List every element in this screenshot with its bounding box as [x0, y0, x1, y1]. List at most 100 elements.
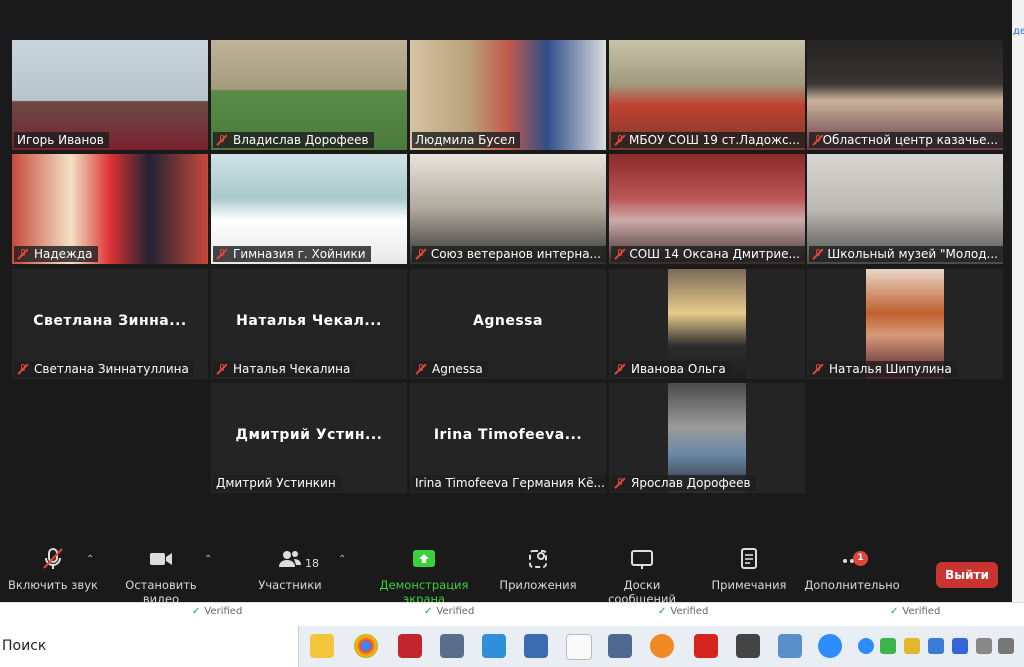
- participant-tile[interactable]: Людмила Бусел: [410, 40, 606, 150]
- notes-button[interactable]: Примечания: [706, 546, 792, 592]
- participant-display-name: Наталья Чекал...: [236, 313, 382, 329]
- tray-network-icon[interactable]: [928, 638, 944, 654]
- participant-name: Областной центр казачье...: [822, 133, 998, 147]
- participant-name: СОШ 14 Оксана Дмитрие...: [629, 247, 800, 261]
- participant-tile[interactable]: Наталья Чекал... Наталья Чекалина: [211, 269, 407, 379]
- participant-name-label: Agnessa: [412, 361, 488, 377]
- meeting-toolbar: Включить звук ⌃ Остановить видео ⌃ Участ…: [0, 540, 1012, 606]
- participant-name: Владислав Дорофеев: [233, 133, 369, 147]
- participant-name-label: Владислав Дорофеев: [213, 132, 374, 148]
- chrome-icon[interactable]: [354, 634, 378, 658]
- participant-display-name: Светлана Зинна...: [33, 313, 187, 329]
- scanner-icon[interactable]: [524, 634, 548, 658]
- utorrent-tray-icon[interactable]: [880, 638, 896, 654]
- mic-muted-icon: [415, 248, 426, 260]
- participant-display-name: Agnessa: [473, 313, 543, 329]
- leave-button[interactable]: Выйти: [936, 562, 998, 588]
- participant-name-label: СОШ 14 Оксана Дмитрие...: [611, 246, 805, 262]
- participant-tile[interactable]: Иванова Ольга: [609, 269, 805, 379]
- usb-icon[interactable]: [976, 638, 992, 654]
- taskbar-search-box[interactable]: Поиск: [0, 626, 299, 667]
- photos-icon[interactable]: [778, 634, 802, 658]
- apps-button[interactable]: Приложения: [498, 546, 578, 592]
- participant-name-label: Школьный музей "Молод...: [809, 246, 1003, 262]
- participant-tile[interactable]: Надежда: [12, 154, 208, 264]
- notes-label: Примечания: [711, 578, 787, 592]
- browser-orange-icon[interactable]: [650, 634, 674, 658]
- participant-tile[interactable]: Irina Timofeeva... Irina Timofeeva Герман…: [410, 383, 606, 493]
- participant-tile[interactable]: Agnessa Agnessa: [410, 269, 606, 379]
- mic-muted-icon: [415, 363, 427, 375]
- app-dark-icon[interactable]: [608, 634, 632, 658]
- mic-muted-icon: [812, 134, 820, 146]
- mic-muted-icon: [17, 248, 29, 260]
- participant-tile[interactable]: Светлана Зинна... Светлана Зиннатуллина: [12, 269, 208, 379]
- zoom-meeting-window: Игорь Иванов Владислав Дорофеев Людмила Бу…: [0, 0, 1024, 606]
- top-bar: [0, 0, 1024, 38]
- verified-label-3: ✓ Verified: [658, 606, 709, 617]
- participant-name-label: Светлана Зиннатуллина: [14, 361, 194, 377]
- participant-name-label: Союз ветеранов интерна...: [412, 246, 606, 262]
- file-explorer-icon[interactable]: [310, 634, 334, 658]
- participants-icon: [279, 551, 301, 567]
- participant-tile[interactable]: Ярослав Дорофеев: [609, 383, 805, 493]
- audio-options-chevron-icon[interactable]: ⌃: [86, 554, 94, 565]
- mic-muted-icon: [216, 134, 228, 146]
- mic-muted-icon: [812, 248, 822, 260]
- notes-icon: [741, 548, 757, 569]
- zoom-taskbar-icon[interactable]: [818, 634, 842, 658]
- participant-tile[interactable]: МБОУ СОШ 19 ст.Ладожс...: [609, 40, 805, 150]
- participant-tile[interactable]: Игорь Иванов: [12, 40, 208, 150]
- more-button[interactable]: Дополнительно: [802, 546, 902, 592]
- participant-name: Светлана Зиннатуллина: [34, 362, 189, 376]
- participant-name: Наталья Чекалина: [233, 362, 351, 376]
- participant-tile[interactable]: СОШ 14 Оксана Дмитрие...: [609, 154, 805, 264]
- stop-video-button[interactable]: Остановить видео: [106, 546, 216, 606]
- participant-display-name: Дмитрий Устин...: [235, 427, 383, 443]
- participant-name-label: Игорь Иванов: [14, 132, 109, 148]
- share-screen-button[interactable]: Демонстрация экрана: [360, 546, 488, 606]
- background-window-edge: де: [1012, 0, 1024, 602]
- calculator-icon[interactable]: [736, 634, 760, 658]
- mic-muted-icon: [614, 134, 624, 146]
- mic-muted-icon: [812, 363, 824, 375]
- mic-muted-icon: [614, 363, 626, 375]
- participant-name-label: Областной центр казачье...: [809, 132, 1003, 148]
- app-blue-icon[interactable]: [482, 634, 506, 658]
- participant-name-label: Ярослав Дорофеев: [611, 475, 756, 491]
- participant-tile[interactable]: Дмитрий Устин... Дмитрий Устинкин: [211, 383, 407, 493]
- unmute-button[interactable]: Включить звук: [8, 546, 98, 592]
- participants-options-chevron-icon[interactable]: ⌃: [338, 554, 346, 565]
- search-placeholder: Поиск: [2, 638, 47, 654]
- participant-tile[interactable]: Областной центр казачье...: [807, 40, 1003, 150]
- apps-label: Приложения: [499, 578, 577, 592]
- participant-name-label: Людмила Бусел: [412, 132, 521, 148]
- bluetooth-icon[interactable]: [952, 638, 968, 654]
- participant-name: Agnessa: [432, 362, 483, 376]
- participant-name: МБОУ СОШ 19 ст.Ладожс...: [629, 133, 800, 147]
- windows-taskbar: Поиск: [0, 626, 1024, 667]
- more-label: Дополнительно: [804, 578, 900, 592]
- document-icon[interactable]: [566, 634, 592, 660]
- app-red-icon[interactable]: [398, 634, 422, 658]
- participant-name-label: Надежда: [14, 246, 98, 262]
- participant-name: Иванова Ольга: [631, 362, 726, 376]
- participant-tile[interactable]: Гимназия г. Хойники: [211, 154, 407, 264]
- participant-tile[interactable]: Школьный музей "Молод...: [807, 154, 1003, 264]
- apps-icon: [529, 550, 547, 568]
- video-options-chevron-icon[interactable]: ⌃: [204, 554, 212, 565]
- participant-tile[interactable]: Владислав Дорофеев: [211, 40, 407, 150]
- acrobat-icon[interactable]: [694, 634, 718, 658]
- participant-tile[interactable]: Наталья Шипулина: [807, 269, 1003, 379]
- participant-tile[interactable]: Союз ветеранов интерна...: [410, 154, 606, 264]
- zoom-tray-icon[interactable]: [858, 638, 874, 654]
- mic-muted-icon: [614, 248, 624, 260]
- whiteboard-icon: [631, 550, 653, 569]
- speaker-icon[interactable]: [998, 638, 1014, 654]
- whiteboards-button[interactable]: Доски сообщений: [588, 546, 696, 606]
- participant-name: Ярослав Дорофеев: [631, 476, 751, 490]
- share-screen-icon: [413, 550, 435, 567]
- participant-name: Дмитрий Устинкин: [216, 476, 336, 490]
- tray-app-icon[interactable]: [904, 638, 920, 654]
- pdf-printer-icon[interactable]: [440, 634, 464, 658]
